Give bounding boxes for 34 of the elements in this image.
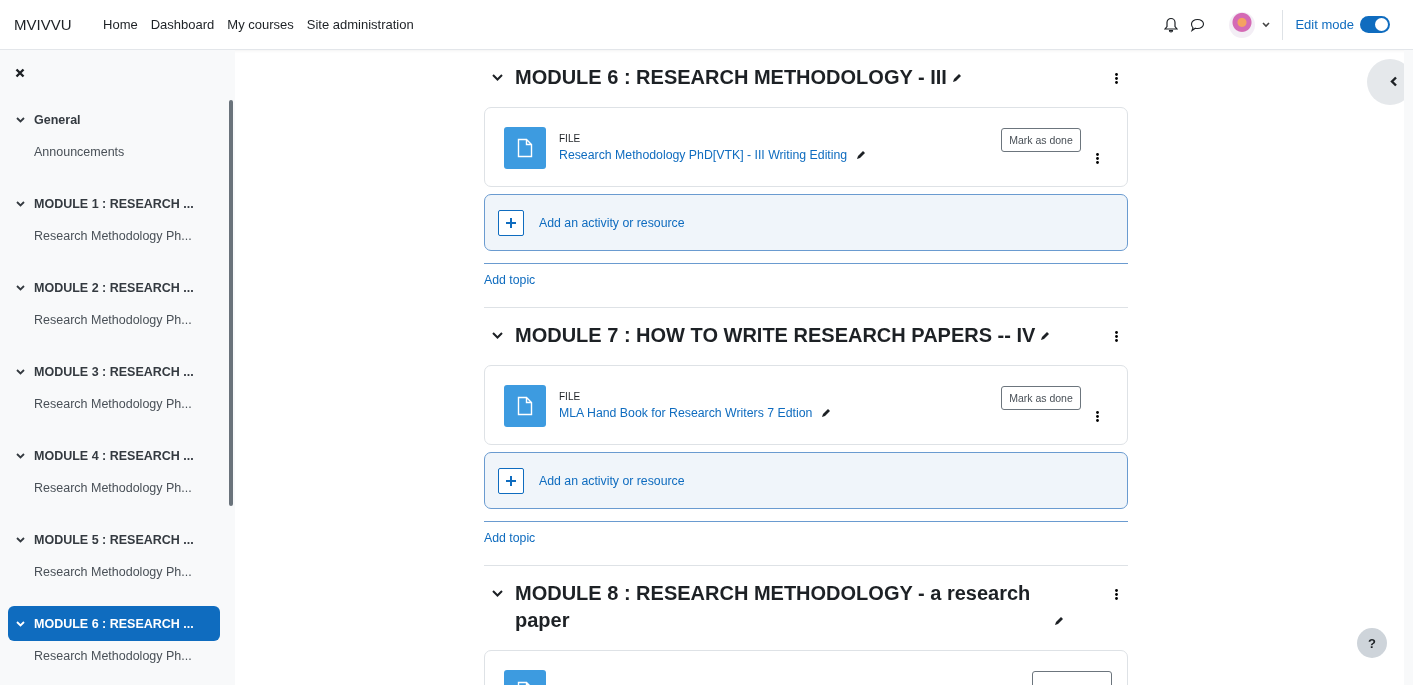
course-index-section[interactable]: MODULE 2 : RESEARCH ...: [8, 270, 220, 305]
activity-type-label: FILE: [559, 391, 582, 402]
course-index-section[interactable]: MODULE 4 : RESEARCH ...: [8, 438, 220, 473]
help-button[interactable]: ?: [1357, 628, 1387, 658]
add-activity-button[interactable]: Add an activity or resource: [484, 452, 1128, 509]
section-title: MODULE 7 : HOW TO WRITE RESEARCH PAPERS -- IV: [515, 323, 1036, 348]
activity-link[interactable]: Research Methodology PhD[VTK] - III Writing Editing: [559, 148, 848, 162]
mark-as-done-button[interactable]: Mark as done: [1001, 386, 1081, 410]
course-index-section[interactable]: MODULE 1 : RESEARCH ...: [8, 186, 220, 221]
nav-link[interactable]: Site administration: [300, 17, 421, 32]
course-index-section[interactable]: General: [8, 102, 220, 137]
course-index-item[interactable]: Research Methodology Ph...: [8, 389, 220, 419]
course-index-item[interactable]: Announcements: [8, 137, 220, 167]
site-name[interactable]: MVIVVU: [14, 16, 72, 33]
add-activity-button[interactable]: Add an activity or resource: [484, 194, 1128, 251]
mark-as-done-button[interactable]: Mark as done: [1001, 128, 1081, 152]
add-topic-link[interactable]: Add topic: [484, 273, 536, 287]
section-title: MODULE 6 : RESEARCH METHODOLOGY - III: [515, 65, 947, 90]
course-index-item[interactable]: Research Methodology Ph...: [8, 305, 220, 335]
course-index-item[interactable]: Research Methodology Ph...: [8, 641, 220, 671]
nav-link[interactable]: Dashboard: [144, 17, 221, 32]
nav-link[interactable]: Home: [96, 17, 145, 32]
course-index-section[interactable]: MODULE 5 : RESEARCH ...: [8, 522, 220, 557]
course-index-item[interactable]: Research Methodology Ph...: [8, 473, 220, 503]
course-index-item[interactable]: Research Methodology Ph...: [8, 221, 220, 251]
course-index-item[interactable]: Research Methodology Ph...: [8, 557, 220, 587]
section-title: MODULE 8 : RESEARCH METHODOLOGY - a research paper: [515, 581, 1032, 633]
course-index-section[interactable]: MODULE 6 : RESEARCH ...: [8, 606, 220, 641]
activity-link[interactable]: MLA Hand Book for Research Writers 7 Edtion: [559, 406, 813, 420]
nav-link[interactable]: My courses: [220, 17, 301, 32]
edit-mode-label: Edit mode: [1295, 17, 1354, 32]
add-topic-link[interactable]: Add topic: [484, 531, 536, 545]
course-index-section[interactable]: MODULE 3 : RESEARCH ...: [8, 354, 220, 389]
activity-type-label: FILE: [559, 133, 582, 144]
